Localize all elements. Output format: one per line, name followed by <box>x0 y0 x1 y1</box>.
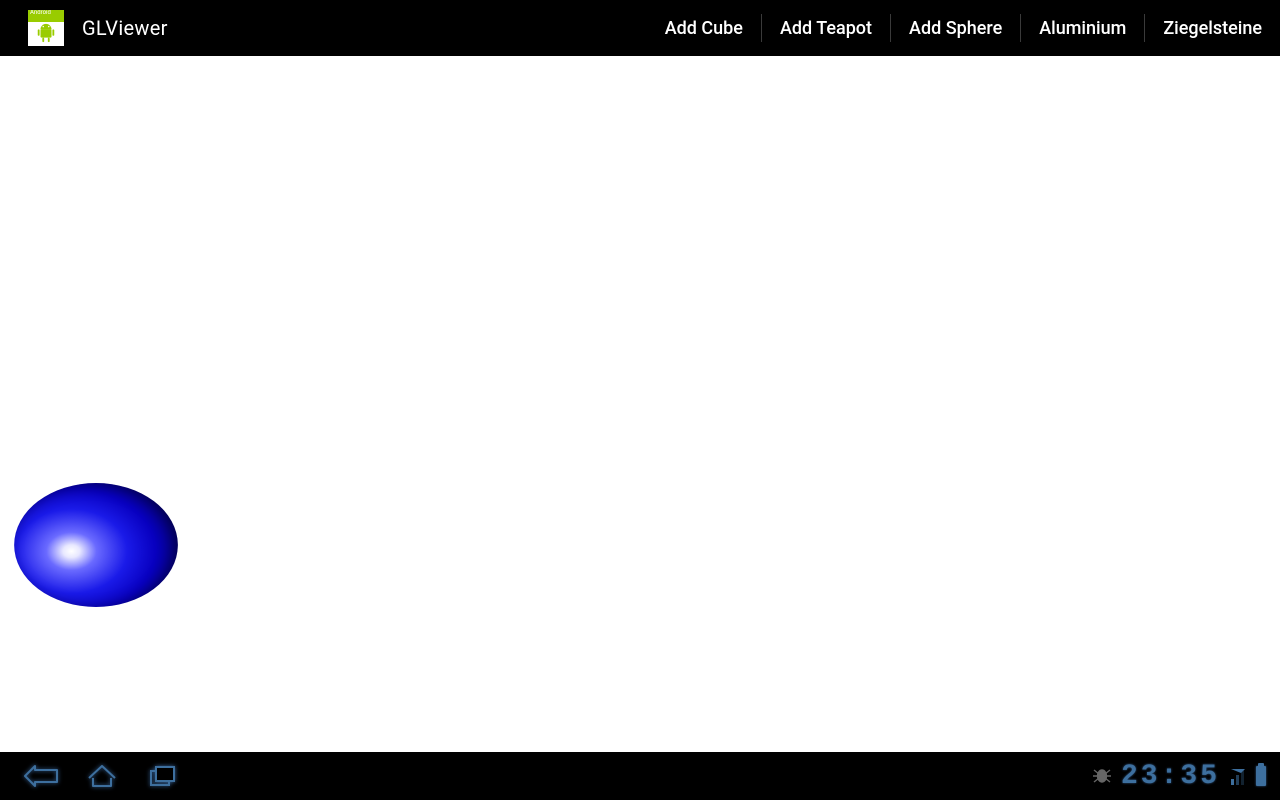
wifi-icon <box>1228 765 1248 787</box>
add-sphere-button[interactable]: Add Sphere <box>891 0 1020 56</box>
action-items: Add Cube Add Teapot Add Sphere Aluminium… <box>647 0 1280 56</box>
clock: 23:35 <box>1121 761 1220 792</box>
nav-buttons <box>14 756 190 796</box>
scene-sphere[interactable] <box>14 483 178 607</box>
gl-viewport[interactable] <box>0 56 1280 752</box>
status-area[interactable]: 23:35 <box>1091 761 1280 792</box>
app-title: GLViewer <box>82 16 168 40</box>
back-icon <box>23 762 61 790</box>
add-cube-button[interactable]: Add Cube <box>647 0 761 56</box>
battery-icon <box>1256 766 1266 786</box>
action-bar: Android GLViewer Add Cube Add Teapot Add… <box>0 0 1280 56</box>
aluminium-button[interactable]: Aluminium <box>1021 0 1144 56</box>
recent-apps-icon <box>143 762 181 790</box>
app-icon: Android <box>28 10 64 46</box>
home-button[interactable] <box>74 756 130 796</box>
back-button[interactable] <box>14 756 70 796</box>
ziegelsteine-button[interactable]: Ziegelsteine <box>1145 0 1280 56</box>
debug-bee-icon <box>1091 767 1113 785</box>
recent-apps-button[interactable] <box>134 756 190 796</box>
system-bar: 23:35 <box>0 752 1280 800</box>
app-icon-label: Android <box>28 10 64 22</box>
android-icon <box>35 22 57 44</box>
add-teapot-button[interactable]: Add Teapot <box>762 0 890 56</box>
home-icon <box>83 762 121 790</box>
